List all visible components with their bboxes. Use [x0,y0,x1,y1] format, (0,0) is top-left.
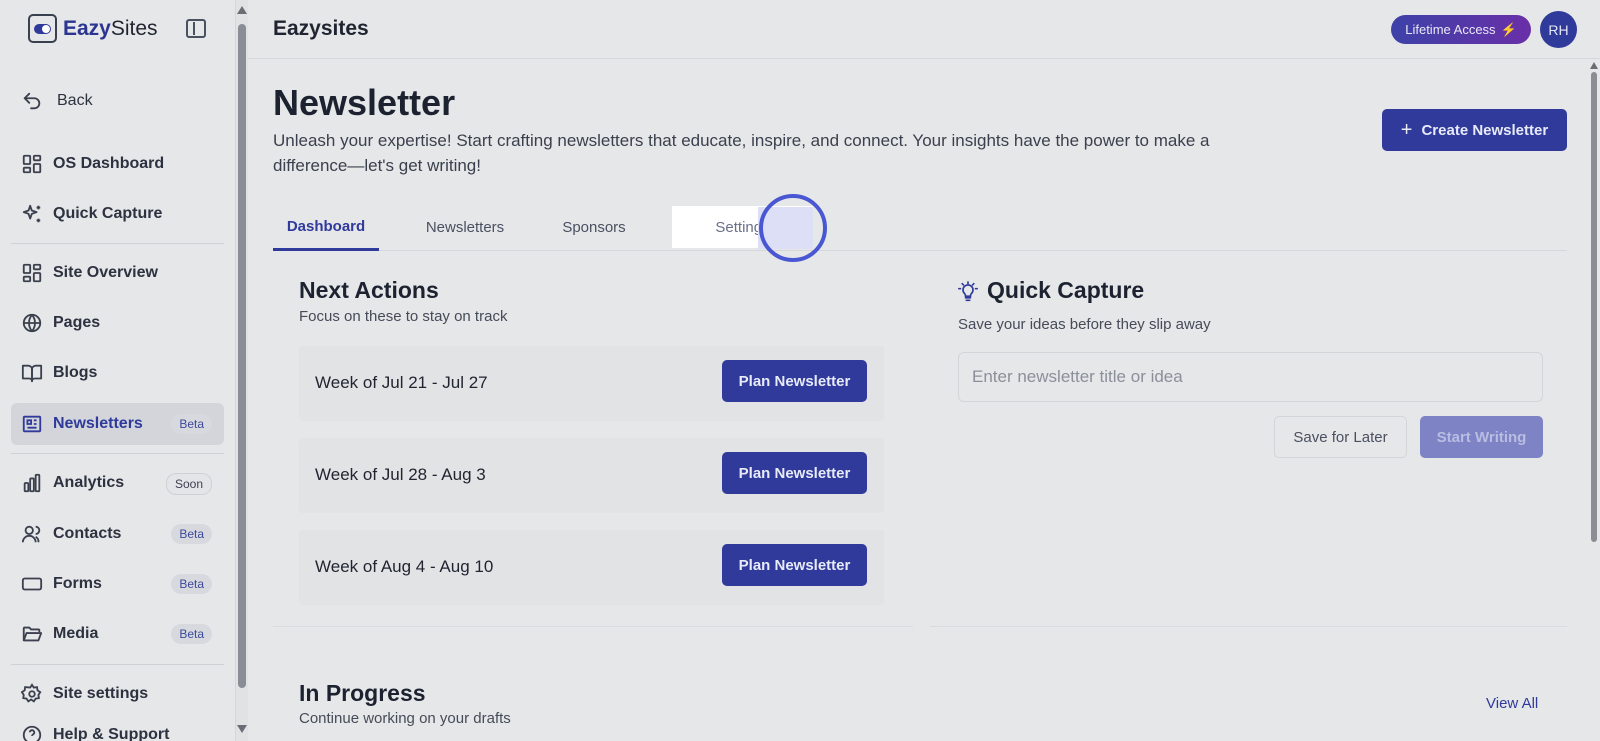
undo-arrow-icon [21,90,43,112]
sidebar-item-label: Site settings [53,685,149,702]
sidebar-divider [11,243,224,244]
book-open-icon [21,362,43,384]
plan-newsletter-button[interactable]: Plan Newsletter [722,544,867,586]
start-writing-button[interactable]: Start Writing [1420,416,1543,458]
quick-capture-title: Quick Capture [987,277,1145,303]
next-actions-title: Next Actions [299,277,439,303]
in-progress-title: In Progress [299,680,426,706]
sidebar-item-label: Analytics [53,474,125,491]
page-title: Newsletter [273,82,456,123]
users-icon [21,523,43,545]
sidebar-item-label: Media [53,625,99,642]
lifetime-access-badge[interactable]: Lifetime Access ⚡ [1391,15,1531,44]
plus-icon: + [1400,118,1413,141]
dashboard-grid-icon [21,262,43,284]
sparkles-icon [21,203,43,225]
sidebar: EazySites Back OS Dashboard Quick Captur… [0,0,236,741]
beta-badge: Beta [171,414,212,434]
sidebar-item-label: Newsletters [53,415,143,432]
soon-badge: Soon [165,473,212,495]
sidebar-item-label: Contacts [53,525,122,542]
list-item: Week of Jul 21 - Jul 27 Plan Newsletter [299,346,884,421]
bar-chart-icon [21,472,43,494]
save-for-later-button[interactable]: Save for Later [1274,416,1407,458]
newspaper-icon [21,413,43,435]
sidebar-item-analytics[interactable]: Analytics Soon [11,462,224,504]
avatar[interactable]: RH [1540,11,1577,48]
sidebar-divider [11,453,224,454]
tab-newsletters[interactable]: Newsletters [413,205,517,249]
sidebar-divider [11,664,224,665]
week-label: Week of Jul 28 - Aug 3 [315,465,486,484]
form-input-icon [21,573,43,595]
app-title: Eazysites [273,17,369,40]
create-newsletter-button[interactable]: + Create Newsletter [1382,109,1567,151]
week-label: Week of Jul 21 - Jul 27 [315,373,488,392]
logo-brand-rest: Sites [110,16,158,40]
beta-badge: Beta [171,574,212,594]
sidebar-item-forms[interactable]: Forms Beta [11,563,224,605]
sidebar-item-newsletters[interactable]: Newsletters Beta [11,403,224,445]
tab-bar: Dashboard Newsletters Sponsors Settings [273,205,1567,251]
sidebar-item-os-dashboard[interactable]: OS Dashboard [11,143,224,185]
sidebar-item-blogs[interactable]: Blogs [11,352,224,394]
logo-brand-bold: Eazy [63,16,111,40]
beta-badge: Beta [171,624,212,644]
list-item: Week of Aug 4 - Aug 10 Plan Newsletter [299,530,884,605]
topbar: Eazysites Lifetime Access ⚡ RH [248,0,1600,59]
sidebar-item-label: Site Overview [53,264,158,281]
sidebar-item-quick-capture[interactable]: Quick Capture [11,193,224,235]
view-all-link[interactable]: View All [1486,695,1538,712]
click-indicator [759,194,827,262]
page-description: Unleash your expertise! Start crafting n… [273,131,1210,175]
globe-icon [21,312,43,334]
scroll-down-arrow-icon[interactable] [237,725,247,733]
tab-sponsors[interactable]: Sponsors [551,205,637,249]
quick-capture-subtitle: Save your ideas before they slip away [958,316,1211,333]
in-progress-subtitle: Continue working on your drafts [299,710,511,727]
help-circle-icon [21,724,43,741]
sidebar-item-label: Pages [53,314,101,331]
sidebar-item-label: OS Dashboard [53,155,165,172]
sidebar-item-site-settings[interactable]: Site settings [11,673,224,715]
list-item: Week of Jul 28 - Aug 3 Plan Newsletter [299,438,884,513]
logo-toggle-icon [28,14,57,43]
plan-newsletter-button[interactable]: Plan Newsletter [722,452,867,494]
dashboard-grid-icon [21,153,43,175]
beta-badge: Beta [171,524,212,544]
scroll-up-arrow-icon[interactable] [237,6,247,14]
week-label: Week of Aug 4 - Aug 10 [315,557,494,576]
sidebar-item-label: Quick Capture [53,205,163,222]
sidebar-item-label: Back [57,92,93,109]
main-scroll-up-arrow-icon[interactable] [1590,62,1598,69]
tab-dashboard[interactable]: Dashboard [273,205,379,251]
sidebar-item-pages[interactable]: Pages [11,302,224,344]
sidebar-item-back[interactable]: Back [11,80,224,122]
sidebar-collapse-icon[interactable] [186,19,206,38]
sidebar-item-label: Forms [53,575,102,592]
logo[interactable]: EazySites [28,14,158,43]
sidebar-item-contacts[interactable]: Contacts Beta [11,513,224,555]
sidebar-item-site-overview[interactable]: Site Overview [11,252,224,294]
sidebar-scrollbar-thumb[interactable] [238,24,246,688]
lightning-bolt-icon: ⚡ [1500,21,1517,37]
sidebar-item-label: Help & Support [53,726,170,741]
sidebar-item-help-support[interactable]: Help & Support [11,714,224,741]
create-newsletter-label: Create Newsletter [1421,121,1549,139]
newsletter-idea-input[interactable]: Enter newsletter title or idea [958,352,1543,402]
lifetime-access-label: Lifetime Access [1405,22,1496,37]
next-actions-subtitle: Focus on these to stay on track [299,308,508,325]
plan-newsletter-button[interactable]: Plan Newsletter [722,360,867,402]
gear-icon [21,683,43,705]
sidebar-item-media[interactable]: Media Beta [11,613,224,655]
main-scrollbar-thumb[interactable] [1591,72,1597,542]
folder-open-icon [21,623,43,645]
lightbulb-icon [958,281,978,303]
sidebar-item-label: Blogs [53,364,98,381]
